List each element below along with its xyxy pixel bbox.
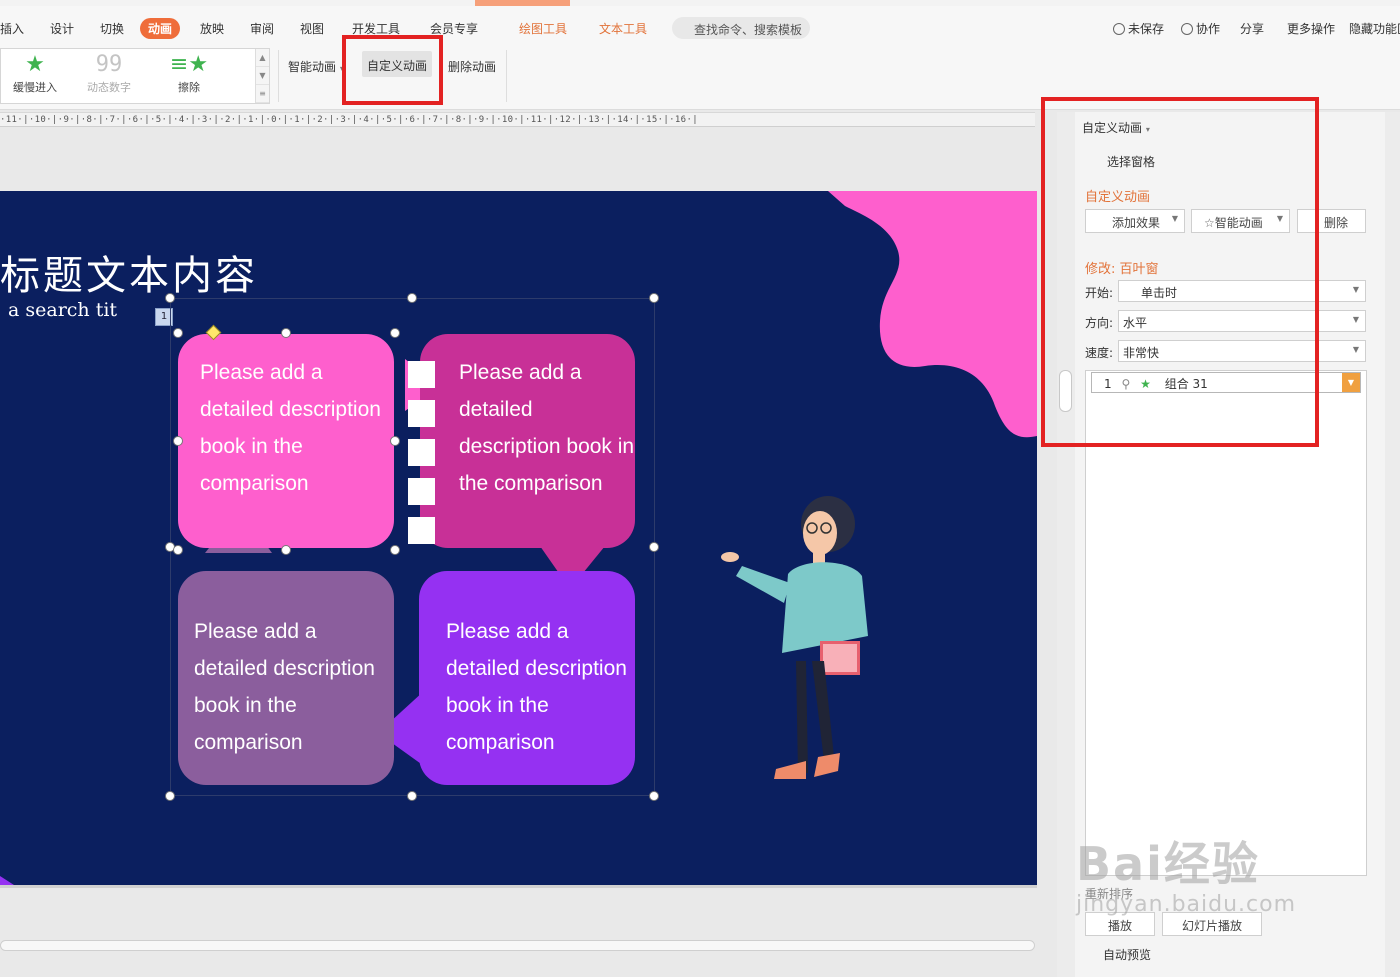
- smart-animation-button[interactable]: 智能动画 ▾: [288, 58, 344, 75]
- tab-drawing-tools[interactable]: 绘图工具: [519, 20, 567, 37]
- resize-handle[interactable]: [173, 436, 183, 446]
- tab-review[interactable]: 审阅: [250, 20, 274, 37]
- speech-bubble-pink[interactable]: Please add a detailed description book i…: [178, 334, 394, 548]
- tab-slideshow[interactable]: 放映: [200, 20, 224, 37]
- speech-bubble-purple[interactable]: Please add a detailed description book i…: [419, 571, 635, 785]
- expand-gallery-icon[interactable]: ≡: [256, 85, 269, 103]
- gallery-item-slow-enter[interactable]: ★ 缓慢进入: [0, 51, 75, 101]
- gallery-item-dynamic-number[interactable]: 99 动态数字: [69, 51, 149, 101]
- resize-handle[interactable]: [390, 328, 400, 338]
- animation-marker[interactable]: [408, 478, 435, 505]
- tab-view[interactable]: 视图: [300, 20, 324, 37]
- resize-handle[interactable]: [165, 293, 175, 303]
- horizontal-ruler: ·11·|·10·|·9·|·8·|·7·|·6·|·5·|·4·|·3·|·2…: [0, 112, 1035, 127]
- scroll-down-icon[interactable]: ▼: [256, 67, 269, 85]
- resize-handle[interactable]: [173, 545, 183, 555]
- wipe-icon: ≡★: [169, 52, 209, 77]
- animation-marker[interactable]: [408, 517, 435, 544]
- speech-bubble-violet[interactable]: Please add a detailed description book i…: [178, 571, 394, 785]
- app-window: 插入 设计 切换 动画 放映 审阅 视图 开发工具 会员专享 绘图工具 文本工具…: [0, 0, 1400, 977]
- slide-title[interactable]: 标题文本内容: [0, 243, 258, 301]
- unsaved-status[interactable]: 未保存: [1113, 20, 1164, 37]
- gallery-item-wipe[interactable]: ≡★ 擦除: [149, 51, 229, 101]
- animation-gallery: ★ 缓慢进入 99 动态数字 ≡★ 擦除 ▲ ▼ ≡: [0, 48, 270, 104]
- baidu-watermark: Bai经验 jingyan.baidu.com: [1076, 837, 1297, 917]
- star-icon: ★: [25, 52, 45, 77]
- tab-design[interactable]: 设计: [50, 20, 74, 37]
- pink-blob-shape: [828, 191, 1037, 438]
- purple-corner-shape: [0, 876, 14, 885]
- tab-text-tools[interactable]: 文本工具: [599, 20, 647, 37]
- slide-shadow: [0, 885, 1037, 888]
- resize-handle[interactable]: [407, 791, 417, 801]
- scroll-up-icon[interactable]: ▲: [256, 49, 269, 67]
- tab-transition[interactable]: 切换: [100, 20, 124, 37]
- resize-handle[interactable]: [649, 542, 659, 552]
- slide-subtitle[interactable]: a search tit: [8, 299, 117, 321]
- cloud-icon: [1113, 23, 1125, 35]
- highlight-custom-animation-panel: [1041, 97, 1319, 447]
- resize-handle[interactable]: [649, 791, 659, 801]
- resize-handle[interactable]: [390, 545, 400, 555]
- chevron-down-icon[interactable]: ▼: [1342, 373, 1360, 392]
- chevron-down-icon: ▼: [1352, 315, 1359, 324]
- collaborate-button[interactable]: 协作: [1181, 20, 1220, 37]
- hide-ribbon-button[interactable]: 隐藏功能区: [1349, 20, 1400, 37]
- tab-animation[interactable]: 动画: [140, 18, 181, 39]
- auto-preview-checkbox[interactable]: 自动预览: [1103, 946, 1151, 963]
- resize-handle[interactable]: [281, 545, 291, 555]
- speech-bubble-magenta[interactable]: Please add a detailed description book i…: [420, 334, 635, 548]
- animation-marker[interactable]: [408, 439, 435, 466]
- chevron-down-icon: ▼: [1352, 285, 1359, 294]
- animation-marker[interactable]: [408, 361, 435, 388]
- animation-marker[interactable]: [408, 400, 435, 427]
- ribbon-divider: [278, 50, 279, 102]
- number-icon: 99: [95, 52, 123, 77]
- user-icon: [1181, 23, 1193, 35]
- resize-handle[interactable]: [281, 328, 291, 338]
- share-button[interactable]: 分享: [1240, 20, 1264, 37]
- more-actions-button[interactable]: 更多操作: [1287, 20, 1335, 37]
- resize-handle[interactable]: [390, 436, 400, 446]
- person-illustration: [721, 496, 868, 779]
- tab-insert[interactable]: 插入: [0, 20, 24, 37]
- resize-handle[interactable]: [407, 293, 417, 303]
- highlight-custom-animation: [342, 35, 443, 105]
- delete-animation-button[interactable]: 删除动画: [448, 58, 496, 75]
- resize-handle[interactable]: [173, 328, 183, 338]
- menu-bar: 插入 设计 切换 动画 放映 审阅 视图 开发工具 会员专享 绘图工具 文本工具…: [0, 6, 1400, 44]
- resize-handle[interactable]: [165, 791, 175, 801]
- ribbon-divider: [506, 50, 507, 102]
- gallery-scroller[interactable]: ▲ ▼ ≡: [255, 49, 269, 103]
- slide-canvas[interactable]: 标题文本内容 a search tit 1 Please add a detai…: [0, 191, 1037, 885]
- horizontal-scrollbar[interactable]: [0, 940, 1035, 951]
- search-placeholder: 查找命令、搜索模板: [694, 23, 803, 37]
- resize-handle[interactable]: [649, 293, 659, 303]
- chevron-down-icon: ▼: [1352, 345, 1359, 354]
- command-search-input[interactable]: 查找命令、搜索模板: [672, 17, 810, 39]
